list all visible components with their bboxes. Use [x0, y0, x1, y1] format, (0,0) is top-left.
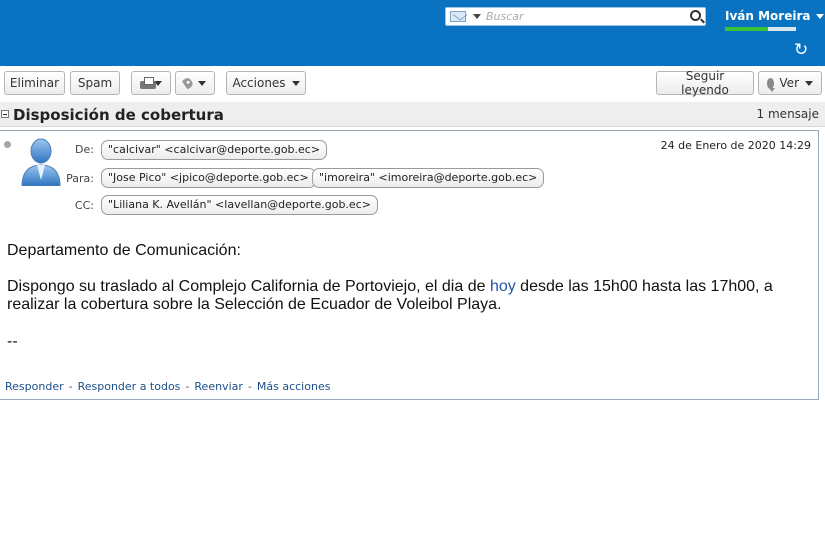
message-view: 24 de Enero de 2020 14:29 De: "calcivar"…: [0, 130, 819, 400]
body-text: desde las 15h00 hasta las 17h00, a: [515, 278, 773, 295]
separator: -: [247, 380, 252, 393]
read-status-icon[interactable]: [4, 141, 11, 148]
print-icon: [140, 76, 156, 90]
to-label: Para:: [66, 172, 94, 185]
to-address-chip[interactable]: "imoreira" <imoreira@deporte.gob.ec>: [312, 168, 545, 188]
speech-bubble-icon: [767, 77, 776, 92]
body-text: realizar la cobertura sobre la Selección…: [7, 296, 502, 313]
from-label: De:: [75, 143, 94, 156]
cc-address-chip[interactable]: "Liliana K. Avellán" <lavellan@deporte.g…: [101, 195, 378, 215]
body-greeting: Departamento de Comunicación:: [7, 242, 241, 259]
message-date: 24 de Enero de 2020 14:29: [660, 139, 811, 152]
search-icon[interactable]: [690, 10, 701, 21]
body-paragraph: Dispongo su traslado al Complejo Califor…: [7, 278, 807, 314]
actions-button-label: Acciones: [232, 76, 286, 90]
forward-link[interactable]: Reenviar: [194, 380, 243, 393]
quota-bar: [725, 27, 796, 31]
view-button[interactable]: Ver: [758, 71, 822, 95]
message-actions: Responder - Responder a todos - Reenviar - Más…: [5, 380, 330, 393]
chevron-down-icon: [816, 14, 825, 19]
user-name: Iván Moreira: [725, 9, 811, 23]
user-menu[interactable]: Iván Moreira: [725, 9, 825, 23]
separator: -: [68, 380, 73, 393]
spam-button[interactable]: Spam: [70, 71, 120, 95]
view-button-label: Ver: [779, 76, 799, 90]
quota-bar-fill: [725, 27, 768, 31]
more-actions-link[interactable]: Más acciones: [257, 380, 331, 393]
envelope-icon[interactable]: [450, 11, 466, 22]
tag-icon: [181, 76, 195, 90]
separator: -: [185, 380, 190, 393]
chevron-down-icon: [291, 80, 300, 86]
actions-button[interactable]: Acciones: [226, 71, 306, 95]
cc-label: CC:: [74, 199, 94, 212]
continue-reading-label: Seguir leyendo: [681, 69, 729, 97]
delete-button[interactable]: Eliminar: [4, 71, 65, 95]
message-count: 1 mensaje: [756, 107, 819, 121]
collapse-thread-icon[interactable]: [1, 110, 9, 118]
chevron-down-icon: [805, 80, 813, 86]
to-address-chip[interactable]: "Jose Pico" <jpico@deporte.gob.ec>: [101, 168, 316, 188]
search-scope-dropdown-icon[interactable]: [473, 14, 481, 19]
continue-reading-button[interactable]: Seguir leyendo: [656, 69, 754, 97]
print-button[interactable]: [131, 71, 171, 95]
message-body: Departamento de Comunicación: Dispongo s…: [7, 242, 807, 351]
delete-button-label: Eliminar: [9, 76, 60, 90]
tag-button[interactable]: [175, 71, 215, 95]
thread-header: Disposición de cobertura 1 mensaje: [0, 102, 825, 127]
thread-subject: Disposición de cobertura: [13, 106, 224, 124]
reply-all-link[interactable]: Responder a todos: [78, 380, 181, 393]
reply-link[interactable]: Responder: [5, 380, 64, 393]
search-box[interactable]: [445, 7, 706, 26]
from-address-chip[interactable]: "calcivar" <calcivar@deporte.gob.ec>: [101, 140, 328, 160]
message-toolbar: Eliminar Spam Acciones Seguir leyendo Ve…: [0, 66, 825, 102]
chevron-down-icon: [198, 80, 206, 86]
top-header: Iván Moreira ↻: [0, 0, 825, 66]
body-signature: --: [7, 333, 18, 350]
body-text: Dispongo su traslado al Complejo Califor…: [7, 278, 490, 295]
spam-button-label: Spam: [77, 76, 113, 90]
search-input[interactable]: [486, 9, 686, 24]
date-link[interactable]: hoy: [490, 278, 516, 295]
refresh-icon[interactable]: ↻: [794, 42, 808, 59]
